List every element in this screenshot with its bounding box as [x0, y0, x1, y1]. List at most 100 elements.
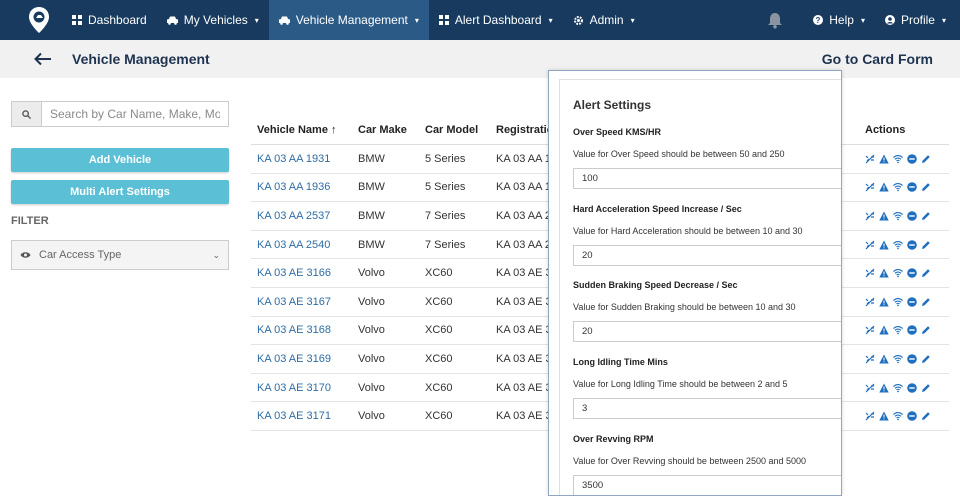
vehicle-name-link[interactable]: KA 03 AE 3169 — [251, 353, 358, 365]
minus-circle-icon[interactable] — [907, 411, 917, 421]
minus-circle-icon[interactable] — [907, 182, 917, 193]
col-vehicle-name[interactable]: Vehicle Name ↑ — [251, 124, 358, 136]
no-signal-icon[interactable] — [865, 297, 875, 307]
warning-icon[interactable] — [879, 154, 889, 164]
warning-icon[interactable] — [879, 325, 889, 335]
car-make-cell: BMW — [358, 238, 385, 251]
app-logo[interactable] — [16, 0, 62, 40]
wifi-icon[interactable] — [893, 154, 903, 164]
pencil-icon[interactable] — [921, 240, 931, 250]
no-signal-icon[interactable] — [865, 154, 875, 164]
warning-icon[interactable] — [879, 411, 889, 421]
row-actions — [865, 354, 949, 364]
col-car-model[interactable]: Car Model — [425, 124, 496, 136]
nav-vehicle-management[interactable]: Vehicle Management ▾ — [268, 0, 429, 40]
setting-long-idling: Long Idling Time Mins Value for Long Idl… — [573, 357, 841, 419]
multi-alert-settings-button[interactable]: Multi Alert Settings — [11, 180, 229, 204]
vehicle-name-link[interactable]: KA 03 AE 3170 — [251, 382, 358, 394]
minus-circle-icon[interactable] — [907, 296, 917, 307]
warning-icon[interactable] — [879, 211, 889, 221]
wifi-icon[interactable] — [893, 240, 903, 250]
warning-icon[interactable] — [879, 354, 889, 364]
hard-acceleration-input[interactable]: 20 — [573, 245, 841, 266]
nav-admin[interactable]: Admin ▾ — [563, 0, 645, 40]
col-car-make[interactable]: Car Make — [358, 124, 425, 136]
pencil-icon[interactable] — [921, 211, 931, 221]
no-signal-icon[interactable] — [865, 268, 875, 278]
minus-circle-icon[interactable] — [907, 325, 917, 336]
car-model-cell: 5 Series — [425, 181, 466, 194]
wifi-icon[interactable] — [893, 411, 903, 421]
vehicle-name-link[interactable]: KA 03 AE 3171 — [251, 410, 358, 422]
setting-label: Over Revving RPM — [573, 434, 654, 444]
no-signal-icon[interactable] — [865, 240, 875, 250]
warning-icon[interactable] — [879, 383, 889, 393]
nav-alert-dashboard[interactable]: Alert Dashboard ▾ — [429, 0, 563, 40]
vehicle-name-link[interactable]: KA 03 AE 3168 — [251, 324, 358, 336]
nav-profile[interactable]: Profile ▾ — [875, 0, 956, 40]
svg-text:?: ? — [816, 16, 821, 25]
pencil-icon[interactable] — [921, 383, 931, 393]
wifi-icon[interactable] — [893, 268, 903, 278]
no-signal-icon[interactable] — [865, 211, 875, 221]
nav-dashboard[interactable]: Dashboard — [62, 0, 157, 40]
car-make-cell: BMW — [358, 152, 385, 165]
wifi-icon[interactable] — [893, 182, 903, 192]
no-signal-icon[interactable] — [865, 411, 875, 421]
vehicle-name-link[interactable]: KA 03 AA 2540 — [251, 239, 358, 251]
go-to-card-form-link[interactable]: Go to Card Form — [822, 51, 933, 67]
vehicle-name-link[interactable]: KA 03 AE 3166 — [251, 267, 358, 279]
over-revving-input[interactable]: 3500 — [573, 475, 841, 495]
vehicle-name-link[interactable]: KA 03 AE 3167 — [251, 296, 358, 308]
warning-icon[interactable] — [879, 268, 889, 278]
pencil-icon[interactable] — [921, 325, 931, 335]
vehicle-name-link[interactable]: KA 03 AA 1936 — [251, 181, 358, 193]
no-signal-icon[interactable] — [865, 383, 875, 393]
car-make-cell: Volvo — [358, 295, 385, 308]
pencil-icon[interactable] — [921, 297, 931, 307]
notifications-bell-icon[interactable] — [755, 0, 795, 40]
warning-icon[interactable] — [879, 297, 889, 307]
no-signal-icon[interactable] — [865, 354, 875, 364]
sudden-braking-input[interactable]: 20 — [573, 321, 841, 342]
minus-circle-icon[interactable] — [907, 153, 917, 164]
add-vehicle-button[interactable]: Add Vehicle — [11, 148, 229, 172]
nav-profile-label: Profile — [900, 13, 935, 27]
no-signal-icon[interactable] — [865, 325, 875, 335]
wifi-icon[interactable] — [893, 325, 903, 335]
pencil-icon[interactable] — [921, 182, 931, 192]
wifi-icon[interactable] — [893, 383, 903, 393]
over-speed-input[interactable]: 100 — [573, 168, 841, 189]
back-arrow-icon[interactable] — [34, 49, 54, 69]
nav-alert-dashboard-label: Alert Dashboard — [454, 13, 542, 27]
pencil-icon[interactable] — [921, 154, 931, 164]
pencil-icon[interactable] — [921, 354, 931, 364]
filter-heading: FILTER — [11, 215, 49, 227]
vehicle-name-link[interactable]: KA 03 AA 2537 — [251, 210, 358, 222]
wifi-icon[interactable] — [893, 211, 903, 221]
nav-admin-label: Admin — [589, 13, 624, 27]
chevron-down-icon: ▾ — [548, 15, 553, 25]
nav-my-vehicles[interactable]: My Vehicles ▾ — [157, 0, 269, 40]
search-input[interactable] — [42, 102, 228, 126]
warning-icon[interactable] — [879, 182, 889, 192]
car-model-cell: XC60 — [425, 324, 453, 337]
nav-help[interactable]: ? Help ▾ — [803, 0, 875, 40]
warning-icon[interactable] — [879, 240, 889, 250]
minus-circle-icon[interactable] — [907, 268, 917, 278]
minus-circle-icon[interactable] — [907, 239, 917, 250]
nav-help-label: Help — [829, 13, 854, 27]
pencil-icon[interactable] — [921, 411, 931, 421]
alert-settings-card: Alert Settings Over Speed KMS/HR Value f… — [559, 79, 841, 495]
vehicle-name-link[interactable]: KA 03 AA 1931 — [251, 153, 358, 165]
car-make-cell: BMW — [358, 209, 385, 222]
pencil-icon[interactable] — [921, 268, 931, 278]
wifi-icon[interactable] — [893, 297, 903, 307]
no-signal-icon[interactable] — [865, 182, 875, 192]
long-idling-input[interactable]: 3 — [573, 398, 841, 419]
wifi-icon[interactable] — [893, 354, 903, 364]
minus-circle-icon[interactable] — [907, 382, 917, 393]
minus-circle-icon[interactable] — [907, 354, 917, 364]
car-access-type-select[interactable]: Car Access Type ⌄ — [11, 240, 229, 270]
minus-circle-icon[interactable] — [907, 211, 917, 221]
